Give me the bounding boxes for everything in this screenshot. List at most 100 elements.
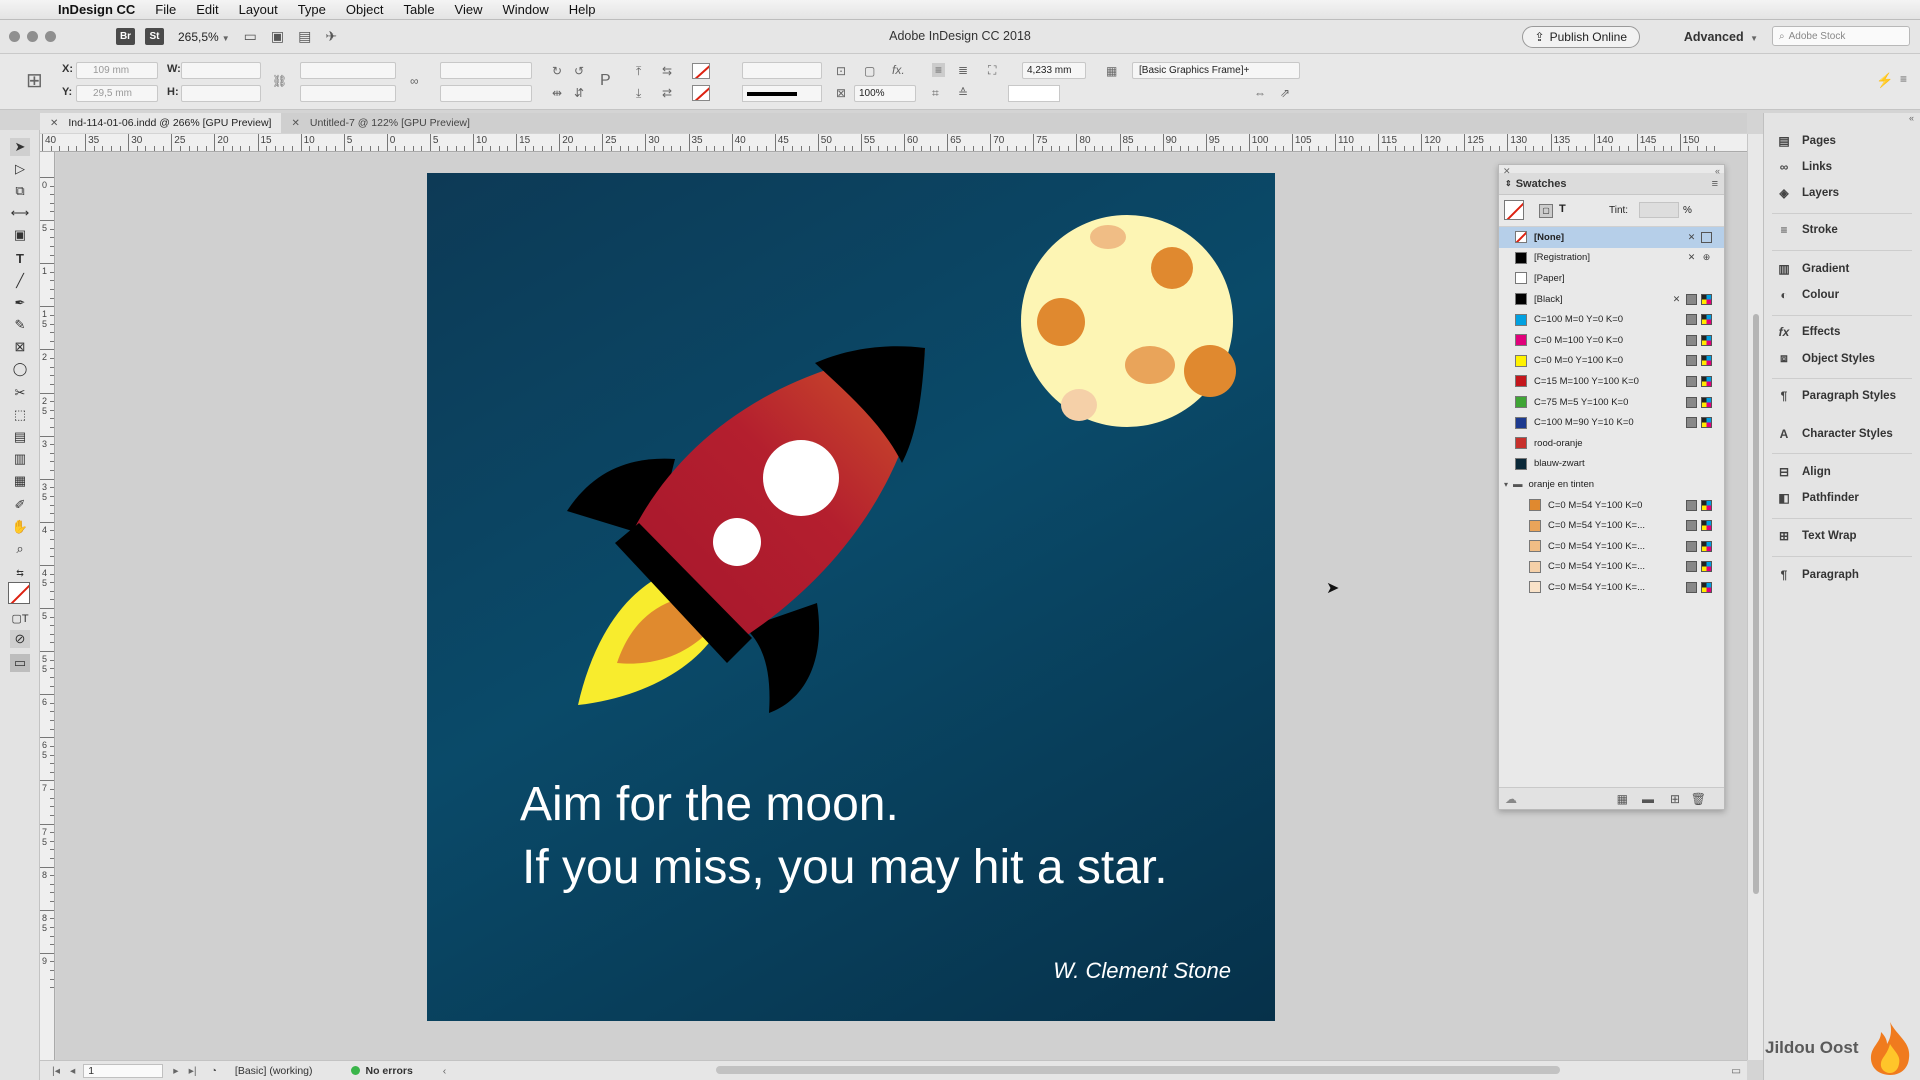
swatch-row-cyan[interactable]: C=100 M=0 Y=0 K=0 (1499, 309, 1724, 330)
close-panel-icon[interactable]: ✕ (1503, 166, 1511, 177)
direct-selection-tool-icon[interactable]: ▷ (10, 160, 30, 178)
object-export-icon[interactable]: ⇗ (1280, 86, 1290, 100)
flip-vertical-icon[interactable]: ⇵ (574, 86, 584, 100)
select-content-icon[interactable]: ⤓ (636, 86, 641, 101)
swatch-row-black[interactable]: [Black] ✕ (1499, 289, 1724, 310)
swatch-row-blue[interactable]: C=100 M=90 Y=10 K=0 (1499, 412, 1724, 433)
swatch-row-orange-tint-5[interactable]: C=0 M=54 Y=100 K=... (1499, 577, 1724, 598)
dock-colour[interactable]: ◐ Colour (1776, 288, 1839, 302)
swatch-group-oranje-en-tinten[interactable]: ▾ ▬ oranje en tinten (1499, 474, 1724, 495)
default-fill-stroke-icon[interactable]: ⇆ (10, 564, 30, 582)
swatch-row-orange-tint-2[interactable]: C=0 M=54 Y=100 K=... (1499, 515, 1724, 536)
new-swatch-icon[interactable]: ⊞ (1670, 792, 1680, 806)
gap-tool-icon[interactable]: ⟷ (10, 204, 30, 222)
swatch-row-blauw-zwart[interactable]: blauw-zwart (1499, 454, 1724, 475)
gradient-swatch-tool-icon[interactable]: ▤ (10, 428, 30, 446)
shear-field[interactable] (440, 85, 532, 102)
link-icon[interactable]: ∞ (410, 74, 419, 88)
object-style-select[interactable]: [Basic Graphics Frame]+ (1132, 62, 1300, 79)
reference-point-icon[interactable]: ⊞ (26, 68, 43, 93)
layout-grid-icon[interactable]: ▤ (298, 28, 311, 45)
swatch-row-magenta[interactable]: C=0 M=100 Y=0 K=0 (1499, 330, 1724, 351)
content-collector-icon[interactable]: ▣ (10, 226, 30, 244)
text-formatting-icon[interactable]: T (1559, 203, 1566, 215)
fill-stroke-proxy[interactable] (1504, 200, 1524, 220)
hand-tool-icon[interactable]: ✋ (10, 518, 30, 536)
show-swatch-kinds-icon[interactable]: ▦ (1617, 792, 1628, 806)
page-number-field[interactable]: 1 (83, 1063, 164, 1078)
bridge-button[interactable]: Br (116, 28, 135, 45)
stroke-weight-select[interactable] (742, 62, 822, 79)
align-center-icon[interactable]: ≣ (958, 63, 968, 77)
swatch-row-yellow[interactable]: C=0 M=0 Y=100 K=0 (1499, 351, 1724, 372)
artboard-page[interactable]: Aim for the moon. If you miss, you may h… (427, 173, 1275, 1021)
menu-window[interactable]: Window (493, 2, 559, 17)
scrollbar-thumb[interactable] (1753, 314, 1759, 894)
stroke-type-select[interactable] (742, 85, 822, 102)
fit-content-icon[interactable]: ⊡ (836, 64, 846, 78)
swatch-row-orange-tint-1[interactable]: C=0 M=54 Y=100 K=0 (1499, 495, 1724, 516)
scale-x-field[interactable] (300, 62, 396, 79)
constrain-proportions-icon[interactable]: ⛓ (272, 74, 287, 88)
swatch-row-none[interactable]: [None] ✕ (1499, 227, 1724, 248)
dock-links[interactable]: ∞ Links (1776, 160, 1832, 174)
gpu-performance-icon[interactable]: ✈ (325, 28, 337, 45)
panel-menu-icon[interactable]: ≡ (1712, 178, 1718, 190)
frame-fitting-icon[interactable]: ⛶ (988, 63, 996, 78)
first-page-icon[interactable]: |◂ (52, 1065, 60, 1077)
screen-mode-normal-icon[interactable]: ▭ (10, 654, 30, 672)
menu-type[interactable]: Type (288, 2, 336, 17)
collapse-dock-icon[interactable]: « (1909, 113, 1914, 123)
corner-options-icon[interactable]: ⌗ (932, 86, 939, 101)
rotate-cw-icon[interactable]: ↻ (552, 64, 562, 78)
type-tool-icon[interactable]: T (10, 250, 30, 268)
align-inside-icon[interactable]: ≡ (932, 63, 946, 77)
vertical-scrollbar[interactable] (1747, 134, 1763, 1060)
align-outside-icon[interactable]: ≙ (958, 86, 968, 100)
menu-object[interactable]: Object (336, 2, 394, 17)
dock-pathfinder[interactable]: ◧ Pathfinder (1776, 491, 1859, 505)
stock-button[interactable]: St (145, 28, 164, 45)
swatch-row-rood-oranje[interactable]: rood-oranje (1499, 433, 1724, 454)
pencil-tool-icon[interactable]: ✎ (10, 316, 30, 334)
select-previous-icon[interactable]: ⇆ (662, 64, 672, 78)
chevron-down-icon[interactable]: ▾ (1504, 480, 1508, 489)
tab-document-2[interactable]: ✕ Untitled-7 @ 122% [GPU Preview] (281, 113, 479, 133)
new-color-group-icon[interactable]: ▬ (1642, 792, 1654, 806)
quote-line-1[interactable]: Aim for the moon. (520, 777, 899, 832)
preflight-profile[interactable]: [Basic] (working) (235, 1065, 313, 1077)
horizontal-scrollbar-thumb[interactable] (716, 1066, 1560, 1074)
swatch-row-orange-tint-4[interactable]: C=0 M=54 Y=100 K=... (1499, 557, 1724, 578)
width-field[interactable] (181, 62, 261, 79)
rotate-ccw-icon[interactable]: ↺ (574, 64, 584, 78)
swatch-row-paper[interactable]: [Paper] (1499, 268, 1724, 289)
selection-tool-icon[interactable]: ➤ (10, 138, 30, 156)
stroke-weight-field[interactable]: 4,233 mm (1022, 62, 1086, 79)
quick-apply-icon[interactable]: ⚡ (1876, 72, 1893, 89)
apply-none-icon[interactable]: ⊘ (10, 630, 30, 648)
quote-line-2[interactable]: If you miss, you may hit a star. (522, 840, 1168, 895)
opacity-field[interactable]: 100% (854, 85, 916, 102)
eyedropper-tool-icon[interactable]: ✐ (10, 496, 30, 514)
fill-stroke-swatch[interactable] (8, 582, 30, 604)
swatches-title[interactable]: Swatches (1516, 178, 1567, 190)
dock-stroke[interactable]: ≡ Stroke (1776, 223, 1837, 237)
scroll-left-icon[interactable]: ‹ (443, 1065, 447, 1077)
arrange-documents-icon[interactable]: ▣ (271, 28, 284, 45)
minimize-window-button[interactable] (27, 31, 38, 42)
select-next-icon[interactable]: ⇄ (662, 86, 672, 100)
scale-y-field[interactable] (300, 85, 396, 102)
dock-gradient[interactable]: ▥ Gradient (1776, 262, 1849, 276)
horizontal-ruler[interactable]: 40 35 30 25 20 15 10 5 0 5 10 15 20 25 30 35 40 45 50 55 60 6… (40, 134, 1747, 152)
swatch-row-red[interactable]: C=15 M=100 Y=100 K=0 (1499, 371, 1724, 392)
pen-tool-icon[interactable]: ✒ (10, 294, 30, 312)
line-tool-icon[interactable]: ╱ (10, 272, 30, 290)
select-container-icon[interactable]: ⤒ (636, 64, 641, 79)
preflight-errors[interactable]: No errors (366, 1065, 413, 1077)
menu-file[interactable]: File (145, 2, 186, 17)
delete-swatch-icon[interactable]: 🗑 (1691, 792, 1706, 806)
effects-fx-icon[interactable]: fx. (892, 63, 905, 77)
close-window-button[interactable] (9, 31, 20, 42)
swatch-row-orange-tint-3[interactable]: C=0 M=54 Y=100 K=... (1499, 536, 1724, 557)
formatting-affects-container-icon[interactable]: ▢T (10, 610, 30, 628)
